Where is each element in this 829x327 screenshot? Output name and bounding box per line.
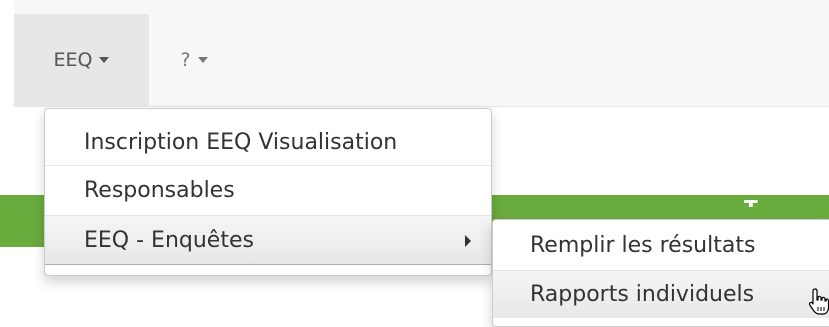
menu-item-eeq-enquetes[interactable]: EEQ - Enquêtes	[45, 215, 491, 265]
caret-down-icon	[197, 57, 208, 63]
menu-item-label: EEQ - Enquêtes	[84, 227, 254, 253]
enquetes-submenu: Remplir les résultats Rapports individue…	[492, 219, 829, 327]
banner-title-partial: T	[744, 193, 758, 207]
caret-down-icon	[99, 57, 110, 63]
menu-item-inscription-eeq-visualisation[interactable]: Inscription EEQ Visualisation	[45, 119, 491, 165]
hand-pointer-icon	[808, 288, 829, 315]
nav-eeq-label: EEQ	[53, 49, 93, 71]
eeq-dropdown-menu: Inscription EEQ Visualisation Responsabl…	[44, 108, 492, 276]
menu-item-label: Inscription EEQ Visualisation	[84, 129, 398, 155]
nav-dropdown-help[interactable]: ?	[149, 14, 239, 106]
menu-item-responsables[interactable]: Responsables	[45, 165, 491, 215]
menu-item-label: Responsables	[84, 178, 235, 203]
nav-help-label: ?	[180, 49, 191, 71]
nav-dropdown-eeq[interactable]: EEQ	[14, 14, 149, 106]
submenu-item-label: Rapports individuels	[530, 282, 755, 307]
submenu-item-remplir-resultats[interactable]: Remplir les résultats	[493, 220, 829, 270]
caret-right-icon	[465, 235, 471, 247]
submenu-item-rapports-individuels[interactable]: Rapports individuels	[493, 270, 829, 318]
page: EEQ ? T Inscription EEQ Visualisation Re…	[0, 0, 829, 327]
submenu-item-label: Remplir les résultats	[530, 232, 756, 258]
